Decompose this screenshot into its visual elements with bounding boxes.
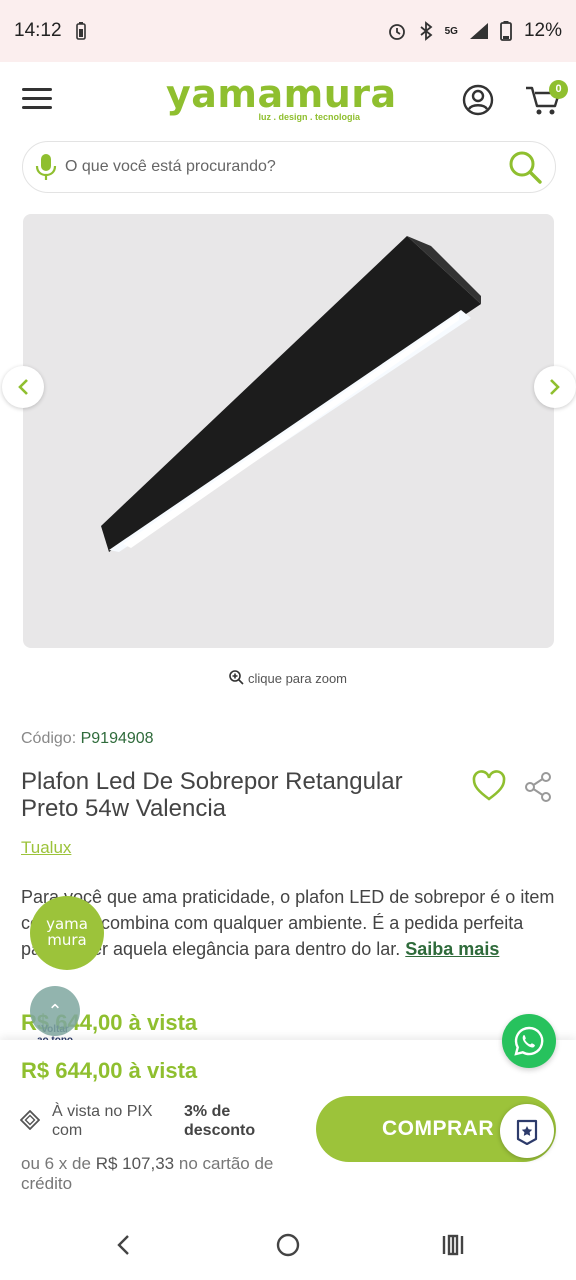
mic-icon[interactable]: [35, 153, 57, 181]
plafon-image: [101, 236, 481, 552]
badge-button[interactable]: [500, 1104, 554, 1158]
signal-icon: [469, 23, 488, 39]
badge-star-icon: [516, 1119, 538, 1145]
product-code: Código: P9194908: [21, 730, 154, 748]
gallery-prev-button[interactable]: [2, 366, 44, 408]
floating-logo-line1: yama: [46, 915, 88, 933]
gallery-next-button[interactable]: [534, 366, 576, 408]
buy-bar: R$ 644,00 à vista À vista no PIX com 3% …: [0, 1040, 576, 1210]
battery-saver-icon: [75, 22, 86, 40]
installments-prefix: ou 6 x de: [21, 1154, 91, 1173]
nav-home-button[interactable]: [268, 1230, 308, 1260]
zoom-hint[interactable]: clique para zoom: [0, 670, 576, 686]
battery-icon: [500, 21, 512, 41]
chevron-right-icon: [550, 379, 560, 395]
arrow-up-icon: ⌃: [30, 986, 80, 1036]
heart-icon[interactable]: [472, 770, 506, 802]
battery-level: 12%: [523, 20, 562, 41]
installments-amount: R$ 107,33: [95, 1154, 175, 1173]
network-label: 5G: [444, 25, 458, 37]
site-header: yamamura luz . design . tecnologia: [0, 62, 576, 138]
search-bar[interactable]: O que você está procurando?: [22, 141, 556, 193]
product-code-value: P9194908: [80, 730, 154, 747]
alarm-icon: [388, 24, 405, 40]
back-icon: [117, 1235, 129, 1255]
bluetooth-icon: [420, 21, 433, 41]
whatsapp-button[interactable]: [502, 1014, 556, 1068]
product-brand-link[interactable]: Tualux: [21, 838, 71, 858]
floating-logo-button[interactable]: yama mura: [30, 896, 104, 970]
share-icon[interactable]: [524, 772, 552, 802]
chevron-left-icon: [18, 379, 28, 395]
home-circle-icon: [276, 1233, 300, 1257]
search-input[interactable]: O que você está procurando?: [65, 158, 507, 176]
logo-text: yamamura: [166, 72, 397, 116]
system-nav-bar: [0, 1210, 576, 1280]
nav-back-button[interactable]: [103, 1230, 143, 1260]
nav-recents-button[interactable]: [433, 1230, 473, 1260]
pix-text: À vista no PIX com: [52, 1103, 153, 1139]
zoom-icon: [229, 670, 244, 685]
product-code-label: Código:: [21, 730, 77, 747]
pix-discount: 3% de desconto: [184, 1103, 256, 1139]
product-image[interactable]: [23, 214, 554, 648]
site-logo[interactable]: yamamura luz . design . tecnologia: [166, 72, 397, 122]
read-more-link[interactable]: Saiba mais: [405, 939, 499, 959]
buy-bar-price: R$ 644,00 à vista: [21, 1058, 198, 1083]
recents-icon: [442, 1234, 464, 1256]
pix-icon: [20, 1110, 40, 1130]
cart-count-badge: 0: [549, 80, 568, 99]
search-icon[interactable]: [507, 149, 543, 185]
buy-button-label: COMPRAR: [382, 1117, 494, 1140]
whatsapp-icon: [514, 1026, 544, 1056]
user-icon[interactable]: [462, 84, 494, 116]
installments-info: ou 6 x de R$ 107,33 no cartão de crédito: [21, 1154, 311, 1194]
zoom-hint-text: clique para zoom: [248, 671, 347, 686]
product-title: Plafon Led De Sobrepor Retangular Preto …: [21, 768, 403, 822]
status-bar: 14:12 5G 12%: [0, 0, 576, 62]
floating-logo-line2: mura: [47, 931, 87, 949]
menu-icon[interactable]: [22, 88, 52, 110]
status-time: 14:12: [14, 20, 62, 41]
